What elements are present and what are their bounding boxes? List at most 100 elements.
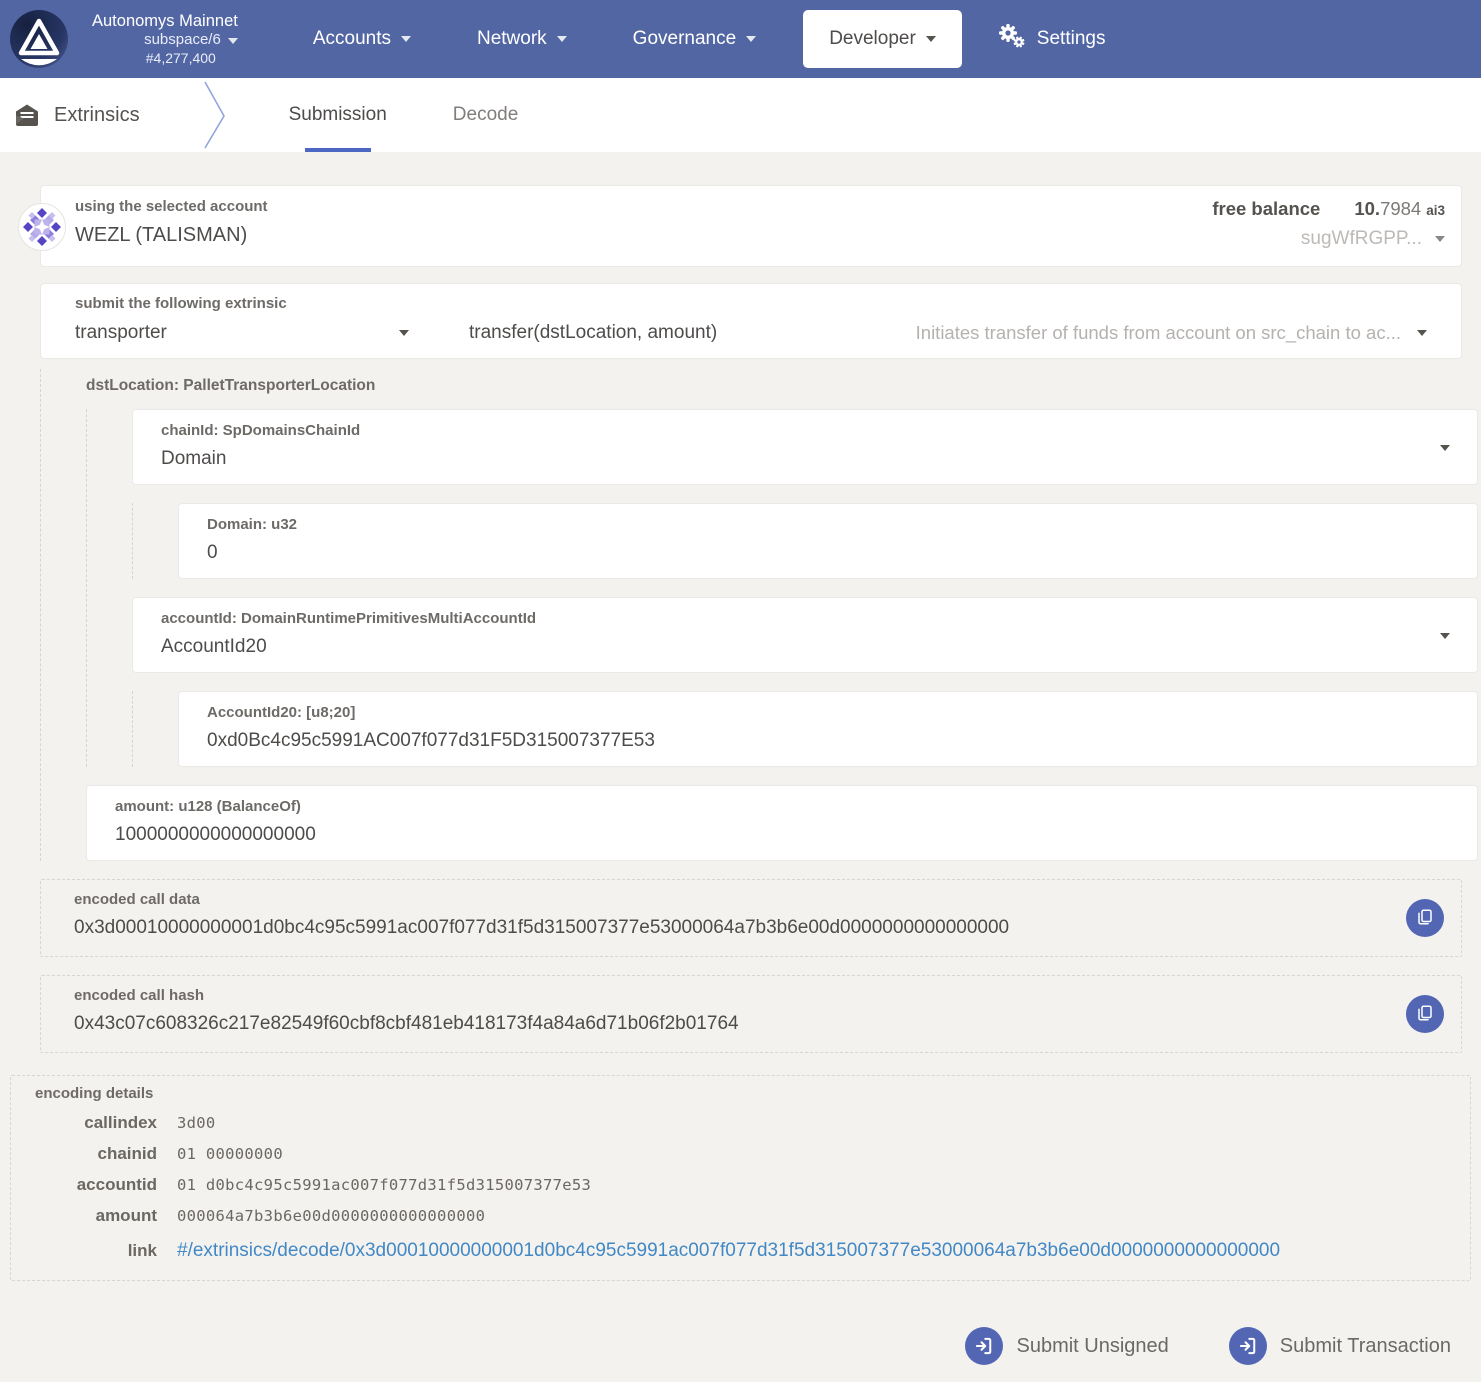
extrinsic-params: dstLocation: PalletTransporterLocation c… <box>40 369 1478 861</box>
balance-block: free balance 10.7984 ai3 sugWfRGPP... <box>1212 198 1445 250</box>
menu-settings-label: Settings <box>1037 28 1106 50</box>
encoding-row-label: callindex <box>35 1113 157 1133</box>
chevron-down-icon <box>1440 633 1450 639</box>
menu-developer-label: Developer <box>829 28 916 50</box>
menu-accounts[interactable]: Accounts <box>280 0 444 78</box>
account-selector[interactable]: using the selected account WEZL (TALISMA… <box>40 185 1462 267</box>
block-number: #4,277,400 <box>146 50 216 68</box>
tab-bar: Extrinsics Submission Decode <box>0 78 1481 152</box>
tab-decode[interactable]: Decode <box>420 78 552 152</box>
accountid-dropdown[interactable]: accountId: DomainRuntimePrimitivesMultiA… <box>132 597 1478 673</box>
menu-network-label: Network <box>477 28 547 50</box>
encoded-call-hash-section: encoded call hash 0x43c07c608326c217e825… <box>40 975 1462 1053</box>
menu-settings[interactable]: Settings <box>976 0 1126 78</box>
encoding-row-value: 01 d0bc4c95c5991ac007f077d31f5d315007377… <box>177 1176 591 1194</box>
menu-developer[interactable]: Developer <box>803 10 962 68</box>
extrinsic-section-label: submit the following extrinsic <box>75 295 1427 312</box>
encoded-call-data-value: 0x3d00010000000001d0bc4c95c5991ac007f077… <box>74 917 1428 939</box>
accountid-value: AccountId20 <box>161 636 1449 658</box>
account-identicon <box>18 203 66 251</box>
encoding-link-label: link <box>35 1241 157 1261</box>
encoding-row-callindex: callindex 3d00 <box>35 1113 1446 1133</box>
menu-governance[interactable]: Governance <box>600 0 790 78</box>
method-dropdown[interactable]: Initiates transfer of funds from account… <box>717 322 1427 344</box>
chevron-down-icon <box>1435 236 1445 242</box>
accountid-label: accountId: DomainRuntimePrimitivesMultiA… <box>161 610 1449 627</box>
encoded-call-hash-value: 0x43c07c608326c217e82549f60cbf8cbf481eb4… <box>74 1013 1428 1035</box>
sign-in-icon <box>1229 1327 1267 1365</box>
balance-fraction: 7984 <box>1380 198 1421 219</box>
accountid20-label: AccountId20: [u8;20] <box>207 704 1449 721</box>
encoding-details-label: encoding details <box>35 1085 1446 1102</box>
encoding-row-value: 000064a7b3b6e00d0000000000000000 <box>177 1207 485 1225</box>
chainid-label: chainId: SpDomainsChainId <box>161 422 1449 439</box>
autonomys-logo-icon[interactable] <box>8 8 70 70</box>
chevron-down-icon <box>399 330 409 336</box>
copy-call-data-button[interactable] <box>1406 899 1444 937</box>
pallet-dropdown[interactable]: transporter <box>75 322 435 344</box>
encoding-row-link: link #/extrinsics/decode/0x3d00010000000… <box>35 1240 1446 1262</box>
tab-submission-label: Submission <box>289 104 387 126</box>
copy-call-hash-button[interactable] <box>1406 995 1444 1033</box>
encoding-details-section: encoding details callindex 3d00 chainid … <box>10 1075 1471 1281</box>
chevron-down-icon <box>746 36 756 42</box>
balance-unit: ai3 <box>1426 203 1445 218</box>
submit-unsigned-label: Submit Unsigned <box>1016 1335 1168 1358</box>
account-address-toggle[interactable]: sugWfRGPP... <box>1212 228 1445 250</box>
section-title: Extrinsics <box>54 104 140 127</box>
pallet-value: transporter <box>75 322 167 344</box>
submit-unsigned-button[interactable]: Submit Unsigned <box>965 1327 1168 1365</box>
sign-in-icon <box>965 1327 1003 1365</box>
encoding-row-label: amount <box>35 1206 157 1226</box>
method-value: transfer(dstLocation, amount) <box>469 322 717 344</box>
menu-governance-label: Governance <box>633 28 737 50</box>
copy-icon <box>1416 908 1434 929</box>
encoding-row-value: 3d00 <box>177 1114 216 1132</box>
chainid-dropdown[interactable]: chainId: SpDomainsChainId Domain <box>132 409 1478 485</box>
domain-value: 0 <box>207 542 1449 564</box>
accountid20-input[interactable]: AccountId20: [u8;20] 0xd0Bc4c95c5991AC00… <box>178 691 1478 767</box>
network-brand: Autonomys Mainnet subspace/6 #4,277,400 <box>92 11 238 68</box>
free-balance-label: free balance <box>1212 198 1320 219</box>
network-name: Autonomys Mainnet <box>92 11 238 32</box>
encoding-row-label: chainid <box>35 1144 157 1164</box>
encoding-row-value: 01 00000000 <box>177 1145 283 1163</box>
encoded-call-hash-label: encoded call hash <box>74 987 1428 1004</box>
decode-link[interactable]: #/extrinsics/decode/0x3d00010000000001d0… <box>177 1240 1280 1262</box>
menu-accounts-label: Accounts <box>313 28 391 50</box>
chain-selector[interactable]: subspace/6 <box>144 31 238 50</box>
amount-input[interactable]: amount: u128 (BalanceOf) 100000000000000… <box>86 785 1478 861</box>
encoding-row-amount: amount 000064a7b3b6e00d0000000000000000 <box>35 1206 1446 1226</box>
method-description: Initiates transfer of funds from account… <box>916 322 1401 344</box>
tab-submission[interactable]: Submission <box>256 78 420 152</box>
accountid20-value: 0xd0Bc4c95c5991AC007f077d31F5D315007377E… <box>207 730 1449 752</box>
menu-network[interactable]: Network <box>444 0 600 78</box>
account-address-short: sugWfRGPP... <box>1301 228 1422 250</box>
extrinsics-page: using the selected account WEZL (TALISMA… <box>0 152 1481 1365</box>
amount-label: amount: u128 (BalanceOf) <box>115 798 1449 815</box>
encoding-row-label: accountid <box>35 1175 157 1195</box>
extrinsics-icon <box>14 102 40 128</box>
chain-label: subspace/6 <box>144 31 221 50</box>
submit-transaction-button[interactable]: Submit Transaction <box>1229 1327 1451 1365</box>
submit-transaction-label: Submit Transaction <box>1280 1335 1451 1358</box>
extrinsic-selection: submit the following extrinsic transport… <box>40 283 1462 359</box>
balance-integer: 10. <box>1354 198 1380 219</box>
encoding-row-chainid: chainid 01 00000000 <box>35 1144 1446 1164</box>
top-navbar: Autonomys Mainnet subspace/6 #4,277,400 … <box>0 0 1481 78</box>
copy-icon <box>1416 1004 1434 1025</box>
encoded-call-data-section: encoded call data 0x3d00010000000001d0bc… <box>40 879 1462 957</box>
gear-icon <box>996 22 1028 56</box>
amount-value: 1000000000000000000 <box>115 824 1449 846</box>
encoding-row-accountid: accountid 01 d0bc4c95c5991ac007f077d31f5… <box>35 1175 1446 1195</box>
domain-input[interactable]: Domain: u32 0 <box>178 503 1478 579</box>
active-tab-underline <box>305 148 371 152</box>
chevron-down-icon <box>1440 445 1450 451</box>
chainid-value: Domain <box>161 448 1449 470</box>
tab-decode-label: Decode <box>453 104 519 126</box>
chevron-down-icon <box>228 38 238 44</box>
action-bar: Submit Unsigned Submit Transaction <box>0 1327 1451 1365</box>
breadcrumb-chevron-icon <box>202 79 228 151</box>
domain-label: Domain: u32 <box>207 516 1449 533</box>
chevron-down-icon <box>557 36 567 42</box>
